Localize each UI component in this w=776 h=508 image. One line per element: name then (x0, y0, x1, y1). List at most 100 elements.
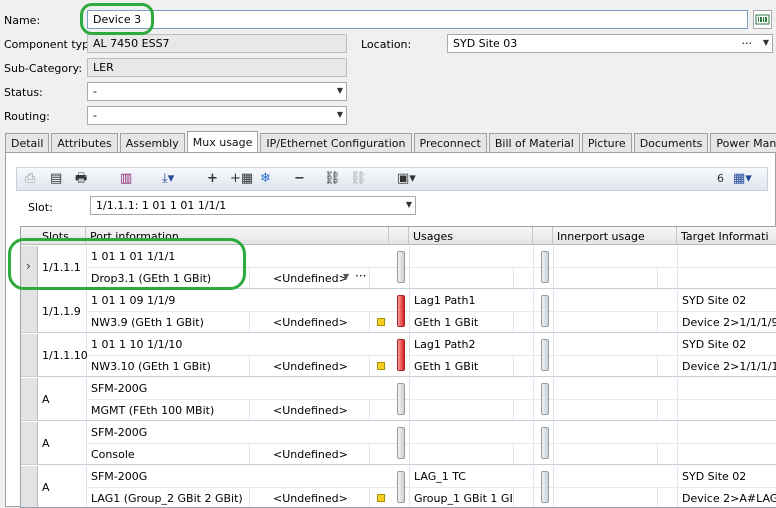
list-icon[interactable]: ▥ (120, 171, 132, 187)
target-top-cell: SYD Site 02 (682, 294, 747, 307)
row-selector[interactable] (21, 290, 38, 332)
row-selector[interactable] (21, 422, 38, 464)
location-field[interactable]: SYD Site 03 ··· ▼ (447, 34, 773, 53)
table-row[interactable]: 1/1.1.9 1 01 1 09 1/1/9 NW3.9 (GEth 1 GBit… (21, 290, 776, 333)
name-label: Name: (4, 14, 41, 27)
innerport-bar (541, 427, 549, 459)
usage-bar (397, 295, 405, 327)
row-inner-divider (86, 311, 776, 312)
print-icon[interactable]: 🖶 (75, 171, 87, 187)
routing-label: Routing: (4, 110, 50, 123)
snowflake-icon[interactable]: ❄ (260, 171, 271, 187)
tab-attributes[interactable]: Attributes (51, 133, 118, 152)
move-down-icon[interactable]: ⤓▾ (162, 171, 174, 187)
cell-divider (657, 487, 658, 507)
row-selector[interactable] (21, 466, 38, 507)
location-value: SYD Site 03 (453, 37, 518, 50)
slot-value: 1/1.1.1: 1 01 1 01 1/1/1 (96, 199, 227, 212)
tab-detail[interactable]: Detail (5, 133, 50, 152)
slot-cell: A (42, 393, 50, 406)
row-inner-divider (86, 399, 776, 400)
add-icon[interactable]: + (207, 171, 218, 187)
columns-icon[interactable]: ▦▾ (733, 171, 752, 187)
innerport-bar (541, 339, 549, 371)
slot-label: Slot: (28, 201, 53, 214)
cell-divider (657, 355, 658, 376)
cell-divider (249, 355, 250, 376)
barcode-button[interactable] (753, 10, 772, 29)
print-preview-icon[interactable]: ⎙ (25, 171, 35, 187)
location-more-button[interactable]: ··· (742, 37, 753, 50)
cell-divider (513, 355, 514, 376)
table-row[interactable]: A SFM-200G MGMT (FEth 100 MBit) <Undefined> (21, 378, 776, 421)
usage-top-cell: LAG_1 TC (414, 470, 466, 483)
status-select[interactable]: - ▼ (87, 82, 347, 101)
usage-bar (397, 427, 405, 459)
remove-icon[interactable]: − (294, 171, 305, 187)
cell-divider (657, 399, 658, 420)
tab-assembly[interactable]: Assembly (119, 133, 185, 152)
undefined-cell: <Undefined> (273, 492, 348, 505)
undefined-cell: <Undefined> (273, 272, 348, 285)
tab-power-mana[interactable]: Power Mana (710, 133, 776, 152)
mux-usage-panel: ⎙ ▤ 🖶 ▥ ⤓▾ + +▦ ❄ − ⛓ ⛓ ▣▾ 6 ▦▾ Slot: 1/… (5, 152, 776, 508)
report-icon[interactable]: ▣▾ (397, 171, 416, 187)
tab-bill-of-material[interactable]: Bill of Material (488, 133, 580, 152)
location-label: Location: (361, 38, 412, 51)
column-header-target-information[interactable]: Target Informati (677, 227, 776, 245)
column-header-spacer (533, 227, 553, 245)
row-selector[interactable] (21, 334, 38, 376)
link-icon[interactable]: ⛓ (324, 171, 341, 187)
chevron-down-icon[interactable]: ▼ (337, 86, 343, 95)
usage-bottom-cell: Group_1 GBit 1 GBit (414, 492, 512, 505)
undefined-cell: <Undefined> (273, 360, 348, 373)
usage-top-cell: Lag1 Path1 (414, 294, 476, 307)
row-inner-divider (86, 443, 776, 444)
cell-divider (513, 443, 514, 464)
cell-divider (369, 487, 370, 507)
table-row[interactable]: A SFM-200G LAG1 (Group_2 GBit 2 GBit) <Unde… (21, 466, 776, 507)
tab-picture[interactable]: Picture (581, 133, 632, 152)
slot-cell: 1/1.1.10 (42, 349, 88, 362)
barcode-icon (755, 14, 770, 25)
row-selector[interactable] (21, 378, 38, 420)
table-row[interactable]: A SFM-200G Console <Undefined> (21, 422, 776, 465)
port-cell: MGMT (FEth 100 MBit) (91, 404, 215, 417)
port-header-cell: SFM-200G (91, 426, 148, 439)
cell-divider (657, 443, 658, 464)
cell-divider (249, 443, 250, 464)
tab-ip-ethernet-configuration[interactable]: IP/Ethernet Configuration (260, 133, 412, 152)
port-cell: LAG1 (Group_2 GBit 2 GBit) (91, 492, 243, 505)
innerport-bar (541, 251, 549, 283)
unlink-icon[interactable]: ⛓ (350, 171, 367, 187)
cell-divider (369, 355, 370, 376)
tab-mux-usage[interactable]: Mux usage (186, 131, 259, 152)
cell-divider (513, 267, 514, 288)
cell-divider (249, 311, 250, 332)
routing-select[interactable]: - ▼ (87, 106, 347, 125)
chevron-down-icon[interactable]: ▼ (763, 38, 769, 47)
export-icon[interactable]: ▤ (50, 171, 62, 187)
undefined-cell: <Undefined> (273, 404, 348, 417)
tab-documents[interactable]: Documents (633, 133, 709, 152)
name-field[interactable]: Device 3 (87, 10, 748, 29)
cell-divider (657, 311, 658, 332)
subcategory-label: Sub-Category: (4, 62, 83, 75)
column-header-usages[interactable]: Usages (409, 227, 533, 245)
innerport-bar (541, 383, 549, 415)
tab-preconnect[interactable]: Preconnect (413, 133, 487, 152)
innerport-bar (541, 295, 549, 327)
add-stack-icon[interactable]: +▦ (230, 171, 253, 187)
slot-cell: A (42, 481, 50, 494)
toolbar: ⎙ ▤ 🖶 ▥ ⤓▾ + +▦ ❄ − ⛓ ⛓ ▣▾ 6 ▦▾ (16, 167, 768, 191)
column-header-innerport-usage[interactable]: Innerport usage (553, 227, 677, 245)
cell-divider (513, 311, 514, 332)
chevron-down-icon[interactable]: ▼ (343, 272, 349, 281)
table-row[interactable]: 1/1.1.10 1 01 1 10 1/1/10 NW3.10 (GEth 1 G… (21, 334, 776, 377)
marker-square (377, 362, 385, 370)
slot-select[interactable]: 1/1.1.1: 1 01 1 01 1/1/1 ▼ (90, 196, 416, 215)
component-type-field: AL 7450 ESS7 (87, 34, 347, 53)
more-button[interactable]: ··· (355, 269, 366, 283)
chevron-down-icon[interactable]: ▼ (337, 110, 343, 119)
chevron-down-icon[interactable]: ▼ (406, 200, 412, 209)
